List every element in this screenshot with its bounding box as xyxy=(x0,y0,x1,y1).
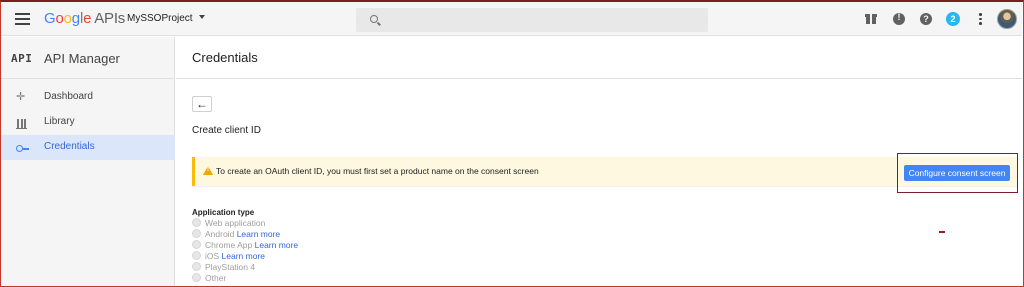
logo-apis-text: APIs xyxy=(94,10,126,27)
page-title: Credentials xyxy=(192,50,258,65)
radio-button[interactable] xyxy=(192,273,201,283)
sidebar-item-label: Library xyxy=(44,116,75,127)
avatar[interactable] xyxy=(997,9,1017,29)
chevron-down-icon xyxy=(198,15,205,20)
api-icon: API xyxy=(11,52,33,65)
configure-consent-screen-button[interactable]: Configure consent screen xyxy=(904,165,1010,181)
radio-label: PlayStation 4 xyxy=(205,262,256,272)
annotation-mark xyxy=(939,231,945,233)
warning-banner: To create an OAuth client ID, you must f… xyxy=(192,157,1018,186)
radio-playstation-4[interactable]: PlayStation 4 xyxy=(192,262,255,273)
back-button[interactable]: ← xyxy=(192,96,212,112)
menu-icon[interactable] xyxy=(15,13,30,25)
application-type-label: Application type xyxy=(192,208,255,217)
sidebar: API API Manager Dashboard Library Creden… xyxy=(1,37,175,286)
notification-badge[interactable]: 2 xyxy=(946,12,960,26)
learn-more-link[interactable]: Learn more xyxy=(255,240,298,250)
radio-label: iOS xyxy=(205,251,220,261)
project-selector[interactable]: MySSOProject xyxy=(127,13,205,24)
help-icon[interactable]: ? xyxy=(920,13,932,25)
radio-label: Android xyxy=(205,229,235,239)
radio-button[interactable] xyxy=(192,262,201,272)
search-input[interactable] xyxy=(384,8,699,32)
sidebar-item-label: Dashboard xyxy=(44,91,93,102)
warning-icon xyxy=(203,166,213,175)
learn-more-link[interactable]: Learn more xyxy=(222,251,265,261)
sidebar-item-credentials[interactable]: Credentials xyxy=(1,135,175,160)
google-apis-logo[interactable]: Google APIs xyxy=(44,10,125,27)
sidebar-header: API API Manager xyxy=(1,37,175,79)
radio-label: Chrome App xyxy=(205,240,253,250)
sidebar-title: API Manager xyxy=(44,51,120,66)
main-header: Credentials xyxy=(176,37,1022,79)
radio-android[interactable]: Android Learn more xyxy=(192,229,280,240)
radio-web-application[interactable]: Web application xyxy=(192,218,265,229)
logo-google-word: Google xyxy=(44,10,92,27)
radio-button[interactable] xyxy=(192,251,201,261)
comment-icon[interactable] xyxy=(893,12,905,25)
radio-button[interactable] xyxy=(192,218,201,228)
radio-label: Web application xyxy=(205,218,266,228)
search-bar[interactable] xyxy=(356,8,708,32)
section-title: Create client ID xyxy=(192,125,261,136)
top-app-bar: GoogleAPIs MySSOProject ? 2 xyxy=(1,2,1022,36)
key-icon xyxy=(16,142,29,154)
radio-button[interactable] xyxy=(192,229,201,239)
project-name: MySSOProject xyxy=(127,13,193,24)
radio-other[interactable]: Other xyxy=(192,273,226,284)
dashboard-icon xyxy=(16,90,28,104)
gift-icon[interactable] xyxy=(865,13,877,25)
more-vert-icon[interactable] xyxy=(978,13,982,25)
main-content: Credentials ← Create client ID To create… xyxy=(176,37,1022,286)
library-icon xyxy=(16,117,28,129)
sidebar-item-label: Credentials xyxy=(44,141,95,152)
radio-ios[interactable]: iOS Learn more xyxy=(192,251,265,262)
warning-text: To create an OAuth client ID, you must f… xyxy=(216,166,539,176)
search-icon xyxy=(370,15,378,23)
radio-button[interactable] xyxy=(192,240,201,250)
radio-chrome-app[interactable]: Chrome App Learn more xyxy=(192,240,298,251)
sidebar-item-library[interactable]: Library xyxy=(1,110,175,135)
sidebar-item-dashboard[interactable]: Dashboard xyxy=(1,85,175,110)
radio-label: Other xyxy=(205,273,227,283)
learn-more-link[interactable]: Learn more xyxy=(237,229,280,239)
